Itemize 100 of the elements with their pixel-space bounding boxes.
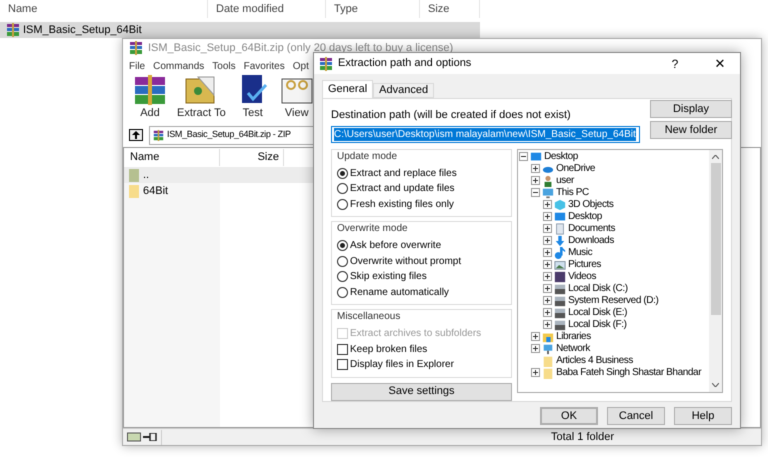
radio-button[interactable] bbox=[337, 240, 348, 252]
expand-button[interactable] bbox=[543, 284, 552, 293]
tab[interactable]: Advanced bbox=[373, 83, 434, 98]
dialog-button[interactable]: Help bbox=[674, 407, 732, 425]
music-note-icon bbox=[554, 246, 566, 258]
desktop-icon bbox=[554, 210, 566, 222]
field-label: Destination path (will be created if does not exist) bbox=[331, 108, 572, 123]
dialog-button[interactable]: Cancel bbox=[607, 407, 665, 425]
expand-button[interactable] bbox=[543, 272, 552, 281]
expand-button[interactable] bbox=[531, 332, 540, 341]
plus-icon bbox=[545, 262, 550, 267]
drive-icon bbox=[554, 282, 566, 294]
tree-item[interactable]: Network bbox=[556, 342, 590, 354]
tree-item[interactable]: Local Disk (F:) bbox=[568, 318, 627, 330]
file-row[interactable]: 64Bit bbox=[124, 183, 324, 199]
help-button[interactable]: ? bbox=[655, 54, 695, 72]
option-label: Overwrite without prompt bbox=[350, 254, 462, 269]
column-header[interactable]: Name bbox=[0, 0, 208, 18]
checkbox[interactable] bbox=[337, 359, 348, 370]
tree-item[interactable]: This PC bbox=[556, 186, 589, 198]
option-label: Keep broken files bbox=[350, 342, 428, 357]
drive-icon bbox=[554, 318, 566, 330]
destination-path-dropdown[interactable]: C:\Users\user\Desktop\ism malayalam\new\ISM_Basic_Setup_64Bit bbox=[331, 126, 640, 142]
network-icon bbox=[542, 342, 554, 354]
column-header[interactable]: Size bbox=[420, 0, 480, 18]
tree-item[interactable]: Desktop bbox=[568, 210, 602, 222]
minus-icon bbox=[521, 154, 526, 159]
expand-button[interactable] bbox=[543, 296, 552, 305]
tree-item[interactable]: Local Disk (C:) bbox=[568, 282, 628, 294]
toolbar-button[interactable]: View bbox=[280, 72, 314, 121]
expand-button[interactable] bbox=[531, 344, 540, 353]
cube-icon bbox=[554, 198, 566, 210]
expand-button[interactable] bbox=[543, 248, 552, 257]
column-header[interactable]: Type bbox=[326, 0, 420, 18]
desktop-icon bbox=[530, 150, 542, 162]
expand-button[interactable] bbox=[543, 200, 552, 209]
tree-item[interactable]: Desktop bbox=[544, 150, 578, 162]
tree-item[interactable]: Documents bbox=[568, 222, 616, 234]
tree-item[interactable]: user bbox=[556, 174, 574, 186]
window-title: ISM_Basic_Setup_64Bit.zip (only 20 days left to buy a license) bbox=[148, 40, 454, 56]
radio-button[interactable] bbox=[337, 168, 348, 179]
menu-item[interactable]: File bbox=[129, 58, 146, 74]
collapse-button[interactable] bbox=[531, 188, 540, 197]
radio-button[interactable] bbox=[337, 271, 348, 282]
expand-button[interactable] bbox=[543, 260, 552, 269]
dialog-button[interactable]: Display bbox=[650, 100, 732, 118]
status-text: Total 1 folder bbox=[551, 430, 614, 445]
tree-item[interactable]: Baba Fateh Singh Shastar Bhandar bbox=[556, 366, 702, 378]
column-header[interactable]: Name bbox=[124, 149, 220, 166]
expand-button[interactable] bbox=[543, 308, 552, 317]
tree-item[interactable]: Pictures bbox=[568, 258, 601, 270]
scrollbar-thumb[interactable] bbox=[710, 162, 720, 314]
scrollbar[interactable] bbox=[709, 150, 722, 392]
toolbar-button[interactable]: Test bbox=[236, 72, 270, 121]
parent-folder-icon bbox=[129, 168, 139, 182]
plus-icon bbox=[533, 166, 538, 171]
tree-item[interactable]: OneDrive bbox=[556, 162, 596, 174]
expand-button[interactable] bbox=[543, 212, 552, 221]
tree-item[interactable]: Articles 4 Business bbox=[556, 354, 633, 366]
checkbox[interactable] bbox=[337, 344, 348, 355]
collapse-button[interactable] bbox=[519, 152, 528, 161]
dialog-button[interactable]: OK bbox=[540, 407, 598, 425]
column-header[interactable]: Size bbox=[220, 149, 284, 166]
expand-button[interactable] bbox=[543, 236, 552, 245]
save-settings-button[interactable]: Save settings bbox=[331, 382, 512, 400]
tree-item[interactable]: System Reserved (D:) bbox=[568, 294, 658, 306]
up-folder-button[interactable] bbox=[129, 129, 143, 141]
archive-books-icon bbox=[319, 56, 333, 70]
radio-button[interactable] bbox=[337, 256, 348, 267]
address-field[interactable]: ISM_Basic_Setup_64Bit.zip - ZIP bbox=[149, 126, 315, 144]
option-label: Ask before overwrite bbox=[350, 239, 442, 254]
expand-button[interactable] bbox=[531, 176, 540, 185]
toolbar-button[interactable]: Extract To bbox=[177, 72, 226, 121]
column-header[interactable]: Date modified bbox=[208, 0, 326, 18]
up-arrow-icon bbox=[132, 131, 140, 139]
tree-item[interactable]: Videos bbox=[568, 270, 596, 282]
plus-icon bbox=[545, 298, 550, 303]
tree-item[interactable]: Libraries bbox=[556, 330, 591, 342]
dialog-button[interactable]: New folder bbox=[650, 121, 732, 139]
tree-item[interactable]: Music bbox=[568, 246, 592, 258]
menu-item[interactable]: Commands bbox=[153, 58, 204, 74]
tab[interactable]: General bbox=[322, 80, 374, 98]
tree-item[interactable]: Local Disk (E:) bbox=[568, 306, 628, 318]
plus-icon bbox=[533, 346, 538, 351]
radio-button[interactable] bbox=[337, 286, 348, 298]
menu-item[interactable]: Tools bbox=[212, 58, 236, 74]
file-row[interactable]: ISM_Basic_Setup_64Bit bbox=[0, 22, 480, 38]
expand-button[interactable] bbox=[531, 368, 540, 377]
toolbar-button[interactable]: Add bbox=[133, 72, 167, 121]
close-button[interactable]: ✕ bbox=[700, 54, 740, 74]
radio-button[interactable] bbox=[337, 198, 348, 210]
expand-button[interactable] bbox=[531, 164, 540, 173]
plus-icon bbox=[533, 178, 538, 183]
expand-button[interactable] bbox=[543, 224, 552, 233]
radio-button[interactable] bbox=[337, 183, 348, 194]
tree-item[interactable]: Downloads bbox=[568, 234, 614, 246]
expand-button[interactable] bbox=[543, 320, 552, 329]
menu-item[interactable]: Opt bbox=[292, 58, 309, 74]
tree-item[interactable]: 3D Objects bbox=[568, 198, 614, 210]
menu-item[interactable]: Favorites bbox=[244, 58, 285, 74]
